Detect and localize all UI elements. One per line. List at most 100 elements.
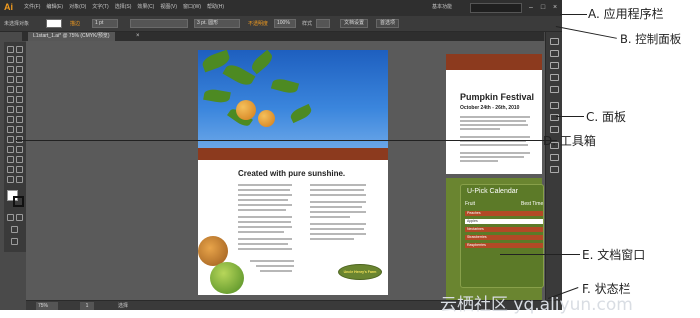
stroke-label[interactable]: 描边 (70, 20, 80, 27)
symbol-sprayer-tool-icon[interactable] (7, 156, 14, 163)
text-line (310, 223, 366, 225)
artboard-tool-icon[interactable] (7, 166, 14, 173)
text-line (310, 233, 366, 235)
blend-tool-icon[interactable] (16, 146, 23, 153)
layers-panel-icon[interactable] (550, 154, 559, 161)
brown-band (198, 148, 388, 160)
text-line (460, 116, 530, 118)
artboards-panel-icon[interactable] (550, 166, 559, 173)
hand-tool-icon[interactable] (7, 176, 14, 183)
paintbrush-tool-icon[interactable] (7, 86, 14, 93)
mesh-tool-icon[interactable] (7, 136, 14, 143)
rotate-tool-icon[interactable] (7, 106, 14, 113)
color-mode-icon[interactable] (7, 214, 14, 221)
width-tool-icon[interactable] (7, 116, 14, 123)
control-panel: 未选择对象 描边 1 pt 3 pt. 圆形 不透明度 100% 样式 文档设置… (0, 16, 562, 32)
menu-help[interactable]: 帮助(H) (207, 3, 224, 10)
variable-width-dropdown[interactable] (130, 19, 188, 28)
type-tool-icon[interactable] (16, 66, 23, 73)
eraser-tool-icon[interactable] (16, 96, 23, 103)
free-transform-tool-icon[interactable] (16, 116, 23, 123)
direct-selection-tool-icon[interactable] (16, 46, 23, 53)
stroke-color-swatch[interactable] (13, 196, 24, 207)
pen-tool-icon[interactable] (7, 66, 14, 73)
magic-wand-tool-icon[interactable] (7, 56, 14, 63)
text-line (310, 238, 354, 240)
calendar-card: U-Pick Calendar Fruit Best Time Peaches … (460, 184, 544, 288)
maximize-button[interactable]: □ (538, 3, 548, 12)
column-graph-tool-icon[interactable] (16, 156, 23, 163)
blob-brush-tool-icon[interactable] (7, 96, 14, 103)
workspace-switcher[interactable]: 基本功能 (432, 3, 452, 10)
calendar-title: U-Pick Calendar (467, 188, 518, 195)
text-line (238, 248, 292, 250)
symbols-panel-icon[interactable] (550, 74, 559, 81)
document-tab[interactable]: L1start_1.ai* @ 75% (CMYK/预览) (28, 32, 115, 41)
menu-type[interactable]: 文字(T) (92, 3, 108, 10)
status-selection[interactable]: 选择 (118, 302, 128, 310)
panel-dock (545, 32, 562, 300)
screen-mode-icon[interactable] (11, 238, 18, 245)
perspective-grid-tool-icon[interactable] (16, 126, 23, 133)
tab-close-icon[interactable]: × (136, 32, 140, 41)
menu-bar: 文件(F) 编辑(E) 对象(O) 文字(T) 选择(S) 效果(C) 视图(V… (24, 3, 224, 10)
gradient-mode-icon[interactable] (16, 214, 23, 221)
menu-edit[interactable]: 编辑(E) (46, 3, 63, 10)
leaf-shape (222, 61, 256, 89)
style-swatch[interactable] (316, 19, 330, 28)
menu-window[interactable]: 窗口(W) (183, 3, 201, 10)
scale-tool-icon[interactable] (16, 106, 23, 113)
artboard-upick-calendar: U-Pick Calendar Fruit Best Time Peaches … (446, 178, 544, 300)
calendar-row: Peaches (465, 211, 543, 216)
document-setup-button[interactable]: 文档设置 (340, 19, 369, 28)
opacity-label[interactable]: 不透明度 (248, 20, 268, 27)
stroke-weight-field[interactable]: 1 pt (92, 19, 118, 28)
lasso-tool-icon[interactable] (16, 56, 23, 63)
brush-dropdown[interactable]: 3 pt. 圆形 (194, 19, 240, 28)
fill-swatch[interactable] (46, 19, 62, 28)
shape-builder-tool-icon[interactable] (7, 126, 14, 133)
text-line (238, 231, 284, 233)
close-button[interactable]: × (550, 3, 560, 12)
apple-tree-photo (198, 50, 388, 148)
minimize-button[interactable]: – (526, 3, 536, 12)
draw-mode-icon[interactable] (11, 226, 18, 233)
selection-tool-icon[interactable] (7, 46, 14, 53)
watermark: 云栖社区 yq.aliyun.com (440, 295, 633, 315)
menu-select[interactable]: 选择(S) (115, 3, 132, 10)
application-bar: Ai 文件(F) 编辑(E) 对象(O) 文字(T) 选择(S) 效果(C) 视… (0, 0, 562, 16)
zoom-tool-icon[interactable] (16, 176, 23, 183)
search-input[interactable] (470, 3, 522, 13)
opacity-field[interactable]: 100% (274, 19, 296, 28)
callout-line-b (555, 26, 617, 39)
preferences-button[interactable]: 首选项 (376, 19, 400, 28)
line-tool-icon[interactable] (7, 76, 14, 83)
text-line (238, 238, 292, 240)
slice-tool-icon[interactable] (16, 166, 23, 173)
pencil-tool-icon[interactable] (16, 86, 23, 93)
artboard-pumpkin-festival: Pumpkin Festival October 24th - 26th, 20… (446, 54, 542, 174)
menu-view[interactable]: 视图(V) (160, 3, 177, 10)
menu-file[interactable]: 文件(F) (24, 3, 40, 10)
swatches-panel-icon[interactable] (550, 50, 559, 57)
zoom-field[interactable]: 75% (36, 302, 58, 310)
callout-line-a (560, 14, 587, 15)
graphic-styles-panel-icon[interactable] (550, 86, 559, 93)
color-panel-icon[interactable] (550, 38, 559, 45)
text-line (238, 194, 292, 196)
calendar-row: Apples (465, 219, 543, 224)
menu-effect[interactable]: 效果(C) (137, 3, 154, 10)
calendar-row: Raspberries (465, 243, 543, 248)
callout-line-e (500, 254, 580, 255)
rectangle-tool-icon[interactable] (16, 76, 23, 83)
artboard-number-field[interactable]: 1 (80, 302, 94, 310)
festival-date: October 24th - 26th, 2010 (460, 105, 520, 111)
menu-object[interactable]: 对象(O) (69, 3, 86, 10)
callout-control-panel: B. 控制面板 (620, 32, 682, 46)
text-line (310, 211, 366, 213)
brushes-panel-icon[interactable] (550, 62, 559, 69)
text-line (238, 243, 288, 245)
text-line (238, 216, 292, 218)
stroke-panel-icon[interactable] (550, 102, 559, 109)
eyedropper-tool-icon[interactable] (7, 146, 14, 153)
